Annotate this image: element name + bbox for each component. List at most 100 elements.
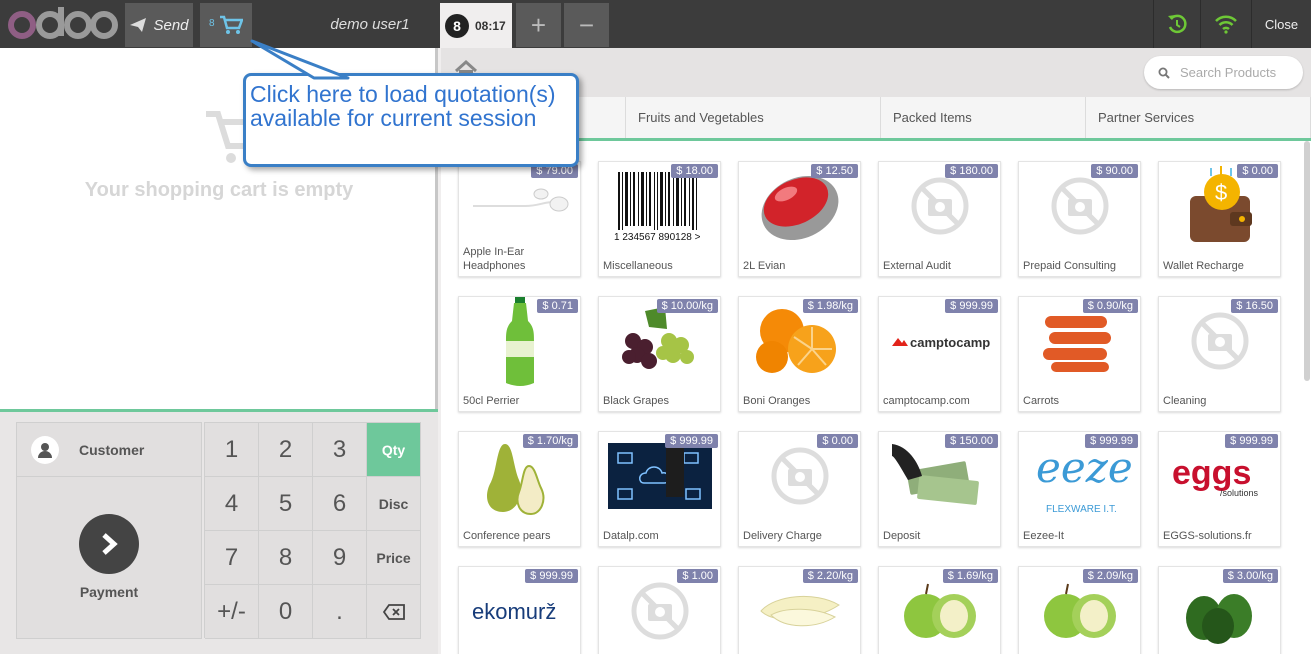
product-card[interactable]: $ 0.90/kg Carrots xyxy=(1018,296,1141,412)
no-photo-icon xyxy=(1025,166,1135,246)
search-box[interactable] xyxy=(1144,56,1303,89)
product-card[interactable]: $ 0.71 50cl Perrier xyxy=(458,296,581,412)
numpad-key-3[interactable]: 3 xyxy=(313,423,367,477)
search-input[interactable] xyxy=(1180,65,1290,80)
category-packed-items[interactable]: Packed Items xyxy=(881,97,1086,138)
send-button[interactable]: Send xyxy=(125,3,193,47)
numpad-mode-qty[interactable]: Qty xyxy=(367,423,421,477)
product-image: ekomurž xyxy=(465,571,575,651)
user-icon xyxy=(31,435,59,464)
close-button[interactable]: Close xyxy=(1251,0,1311,48)
minus-icon: − xyxy=(578,9,595,40)
product-card[interactable]: $ 1.00 xyxy=(598,566,721,654)
numpad-mode-price[interactable]: Price xyxy=(367,531,421,585)
product-card[interactable]: camptocamp $ 999.99 camptocamp.com xyxy=(878,296,1001,412)
svg-text:ekomurž: ekomurž xyxy=(472,599,556,624)
numpad-key-7[interactable]: 7 xyxy=(205,531,259,585)
product-name: Deposit xyxy=(883,530,921,542)
price-badge: $ 90.00 xyxy=(1091,164,1138,178)
svg-text:$: $ xyxy=(1215,180,1227,205)
price-badge: $ 10.00/kg xyxy=(656,299,718,313)
numpad-key-1[interactable]: 1 xyxy=(205,423,259,477)
product-name: Prepaid Consulting xyxy=(1023,260,1116,272)
product-card[interactable]: eezee FLEXWARE I.T. $ 999.99 Eezee-It xyxy=(1018,431,1141,547)
product-image: $ xyxy=(1165,166,1275,246)
product-card[interactable]: $ 1.69/kg xyxy=(878,566,1001,654)
numpad-key-backspace[interactable] xyxy=(367,585,421,639)
numpad-key-2[interactable]: 2 xyxy=(259,423,313,477)
product-image xyxy=(745,166,855,246)
product-card[interactable]: $ 10.00/kg Black Grapes xyxy=(598,296,721,412)
wifi-icon xyxy=(1214,15,1237,34)
search-icon xyxy=(1158,67,1170,79)
product-card[interactable]: 1 234567 890128 > $ 18.00 Miscellaneous xyxy=(598,161,721,277)
numpad-key-8[interactable]: 8 xyxy=(259,531,313,585)
send-label: Send xyxy=(153,16,189,34)
product-card[interactable]: $ 180.00 External Audit xyxy=(878,161,1001,277)
product-card[interactable]: eggs/solutions $ 999.99 EGGS-solutions.fr xyxy=(1158,431,1281,547)
svg-text:eezee: eezee xyxy=(1036,443,1132,492)
price-badge: $ 3.00/kg xyxy=(1222,569,1278,583)
product-name: Wallet Recharge xyxy=(1163,260,1244,272)
price-badge: $ 999.99 xyxy=(1085,434,1138,448)
product-card[interactable]: $ $ 0.00 Wallet Recharge xyxy=(1158,161,1281,277)
svg-text:1 234567 890128 >: 1 234567 890128 > xyxy=(614,232,701,243)
customer-button[interactable]: Customer xyxy=(16,422,202,477)
chevron-right-icon xyxy=(79,514,139,574)
product-card[interactable]: $ 2.20/kg xyxy=(738,566,861,654)
price-badge: $ 16.50 xyxy=(1231,299,1278,313)
product-card[interactable]: $ 12.50 2L Evian xyxy=(738,161,861,277)
product-image xyxy=(465,297,575,386)
product-card[interactable]: $ 90.00 Prepaid Consulting xyxy=(1018,161,1141,277)
no-photo-icon xyxy=(745,436,855,516)
product-image xyxy=(1025,301,1135,381)
price-badge: $ 2.20/kg xyxy=(802,569,858,583)
product-card[interactable]: $ 1.98/kg Boni Oranges xyxy=(738,296,861,412)
odoo-logo: odoo xyxy=(8,7,118,39)
product-name: Cleaning xyxy=(1163,395,1207,407)
numpad-key-plus-minus[interactable]: +/- xyxy=(205,585,259,639)
product-image xyxy=(745,301,855,381)
price-badge: $ 0.71 xyxy=(537,299,578,313)
numpad-key-9[interactable]: 9 xyxy=(313,531,367,585)
numpad-key-5[interactable]: 5 xyxy=(259,477,313,531)
product-image: 1 234567 890128 > xyxy=(605,166,715,246)
product-card[interactable]: $ 0.00 Delivery Charge xyxy=(738,431,861,547)
quotation-count-badge: 8 xyxy=(209,18,215,29)
add-order-button[interactable]: + xyxy=(516,3,561,47)
scrollbar[interactable] xyxy=(1304,141,1310,381)
price-badge: $ 0.00 xyxy=(1237,164,1278,178)
numpad-key-dot[interactable]: . xyxy=(313,585,367,639)
numpad-key-4[interactable]: 4 xyxy=(205,477,259,531)
numpad-key-0[interactable]: 0 xyxy=(259,585,313,639)
product-grid: $ 79.00 Apple In-Ear Headphones 1 234567 8… xyxy=(441,141,1298,654)
product-card[interactable]: $ 2.09/kg xyxy=(1018,566,1141,654)
numpad-mode-disc[interactable]: Disc xyxy=(367,477,421,531)
category-partner-services[interactable]: Partner Services xyxy=(1086,97,1311,138)
product-card[interactable]: $ 999.99 Datalp.com xyxy=(598,431,721,547)
product-card[interactable]: $ 16.50 Cleaning xyxy=(1158,296,1281,412)
payment-button[interactable]: Payment xyxy=(16,477,202,639)
price-badge: $ 0.90/kg xyxy=(1082,299,1138,313)
price-badge: $ 180.00 xyxy=(945,164,998,178)
no-photo-icon xyxy=(1165,301,1275,381)
remove-order-button[interactable]: − xyxy=(564,3,609,47)
product-card[interactable]: $ 79.00 Apple In-Ear Headphones xyxy=(458,161,581,277)
numpad-key-6[interactable]: 6 xyxy=(313,477,367,531)
svg-text:/solutions: /solutions xyxy=(1220,488,1259,498)
product-card[interactable]: $ 150.00 Deposit xyxy=(878,431,1001,547)
product-card[interactable]: ekomurž $ 999.99 xyxy=(458,566,581,654)
order-tab-8[interactable]: 8 08:17 xyxy=(440,3,512,48)
product-card[interactable]: $ 3.00/kg xyxy=(1158,566,1281,654)
product-card[interactable]: $ 1.70/kg Conference pears xyxy=(458,431,581,547)
product-name: Conference pears xyxy=(463,530,551,542)
numpad: 1 2 3 Qty 4 5 6 Disc 7 8 9 Price +/- 0 . xyxy=(204,422,421,639)
product-name: Eezee-It xyxy=(1023,530,1064,542)
username: demo user1 xyxy=(330,16,410,33)
sync-status-button[interactable] xyxy=(1153,0,1199,48)
product-name: Miscellaneous xyxy=(603,260,673,272)
category-fruits-and-vegetables[interactable]: Fruits and Vegetables xyxy=(626,97,881,138)
proxy-status-button[interactable] xyxy=(1200,0,1250,48)
svg-text:eggs: eggs xyxy=(1172,454,1251,492)
shopping-cart-icon xyxy=(220,15,243,34)
